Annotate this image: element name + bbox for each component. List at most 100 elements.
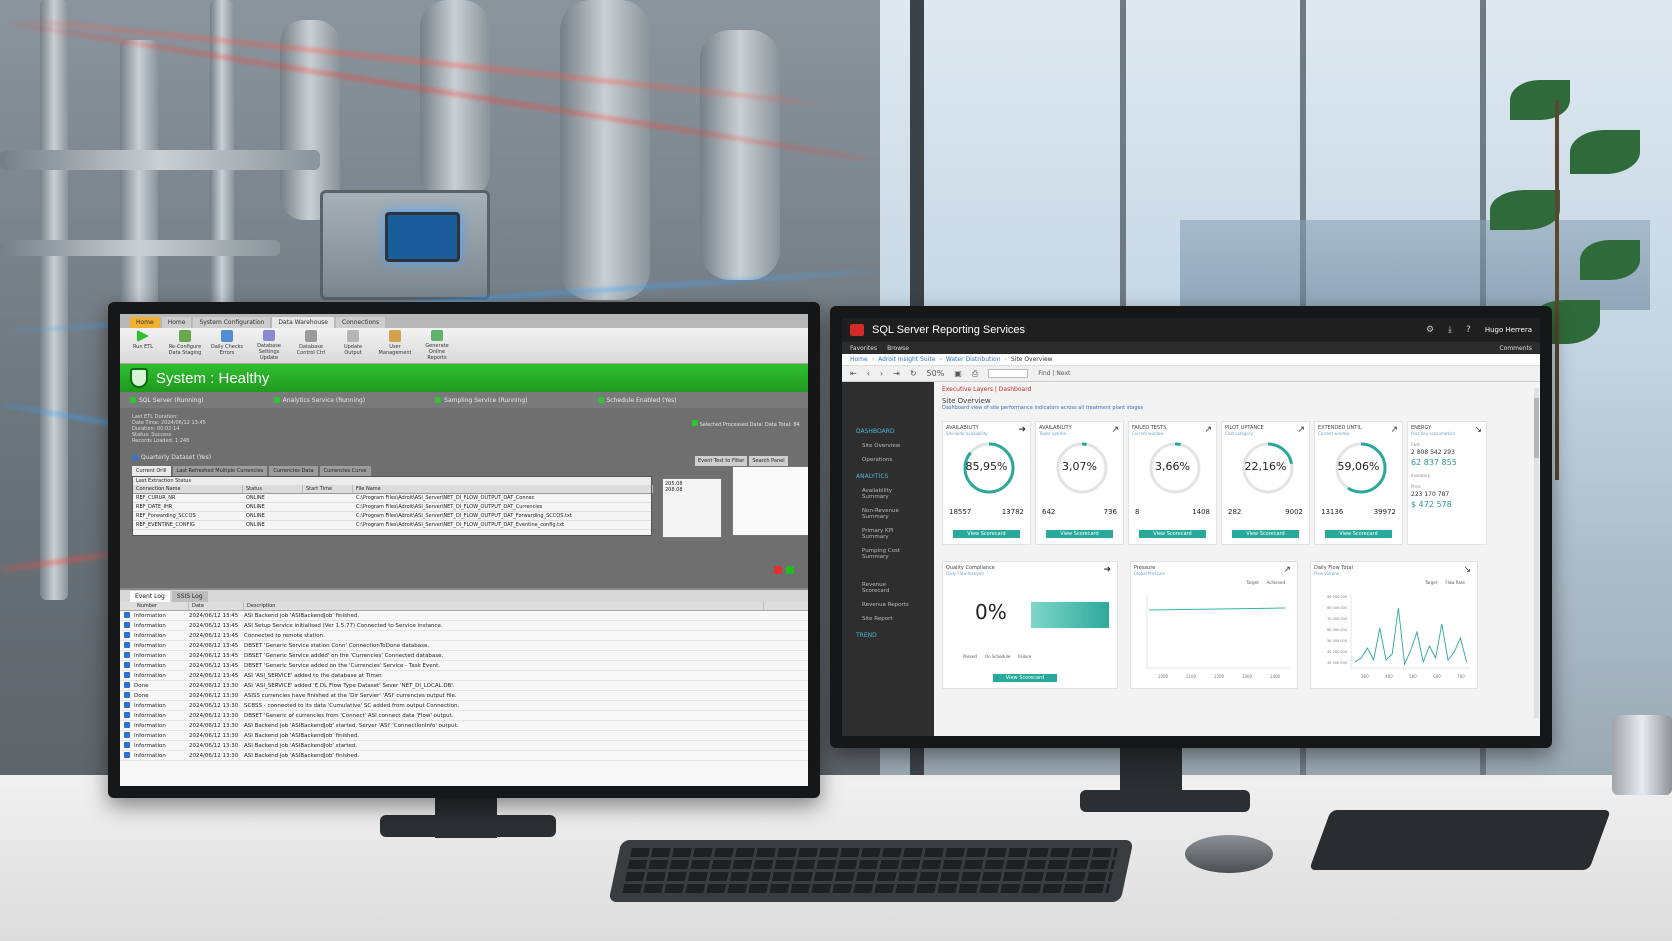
generate-reports-button[interactable]: Generate Online Reports: [420, 330, 454, 361]
tab-search-panel[interactable]: Search Panel: [749, 456, 788, 466]
view-scorecard-button[interactable]: View Scorecard: [1046, 530, 1113, 538]
subtab-currencies-data[interactable]: Currencies Data: [269, 466, 318, 476]
download-icon[interactable]: ⤓: [1448, 325, 1452, 335]
log-row[interactable]: Done 2024/06/12 13:30 ASISS currencies hav…: [120, 691, 808, 701]
database-settings-button[interactable]: Database Settings Update: [252, 330, 286, 361]
log-row[interactable]: Information 2024/06/12 13:30 ASI Backend j…: [120, 751, 808, 761]
column-header[interactable]: Date: [189, 602, 244, 610]
tab-data-warehouse[interactable]: Data Warehouse: [272, 317, 335, 328]
comments-button[interactable]: Comments: [1499, 345, 1532, 352]
view-scorecard-button[interactable]: View Scorecard: [1232, 530, 1299, 538]
report-scrollbar[interactable]: [1534, 388, 1539, 718]
prev-page-icon[interactable]: ‹: [867, 369, 870, 378]
row-checkbox[interactable]: [124, 671, 134, 680]
column-header[interactable]: Connection Name: [133, 485, 243, 493]
table-row[interactable]: REF_Forwarding_SCCOS ONLINE C:\Program Fil…: [133, 512, 651, 521]
row-checkbox[interactable]: [124, 651, 134, 660]
row-checkbox[interactable]: [124, 661, 134, 670]
nav-item[interactable]: Primary KPI Summary: [842, 524, 934, 544]
export-icon[interactable]: ▣: [954, 369, 962, 378]
view-scorecard-button[interactable]: View Scorecard: [1325, 530, 1392, 538]
subtab-last-refreshed[interactable]: Last Refreshed Multiple Currencies: [172, 466, 268, 476]
expand-arrow-icon[interactable]: ➜: [1103, 565, 1111, 575]
mouse[interactable]: [1185, 835, 1273, 873]
row-checkbox[interactable]: [124, 681, 134, 690]
row-checkbox[interactable]: [124, 641, 134, 650]
help-icon[interactable]: ?: [1466, 325, 1471, 335]
print-icon[interactable]: ⎙: [972, 369, 978, 379]
tab-system-configuration[interactable]: System Configuration: [193, 317, 271, 328]
stop-icon[interactable]: [774, 566, 782, 574]
row-checkbox[interactable]: [124, 621, 134, 630]
expand-arrow-icon[interactable]: ↗: [1297, 425, 1305, 435]
nav-item[interactable]: Site Overview: [842, 439, 934, 453]
breadcrumb-suite[interactable]: Adroit Insight Suite: [878, 356, 935, 363]
nav-section-head[interactable]: TREND: [842, 626, 934, 643]
row-checkbox[interactable]: [124, 691, 134, 700]
tab-home[interactable]: Home: [130, 317, 160, 328]
zoom-select[interactable]: 50%: [927, 369, 945, 378]
log-row[interactable]: Information 2024/06/12 13:30 ASI Backend j…: [120, 721, 808, 731]
start-icon[interactable]: [786, 566, 794, 574]
tab-event-filter[interactable]: Event Test to Filter: [695, 456, 748, 466]
log-row[interactable]: Done 2024/06/12 13:30 ASI 'ASI_SERVICE' ad…: [120, 681, 808, 691]
menu-favorites[interactable]: Favorites: [850, 345, 877, 352]
log-row[interactable]: Information 2024/06/12 13:45 ASI 'ASI_SERV…: [120, 671, 808, 681]
tab-ssis-log[interactable]: SSIS Log: [171, 591, 208, 602]
nav-item[interactable]: Site Report: [842, 612, 934, 626]
nav-section-head[interactable]: DASHBOARD: [842, 422, 934, 439]
column-header[interactable]: Status: [243, 485, 303, 493]
nav-item[interactable]: Operations: [842, 453, 934, 467]
expand-arrow-icon[interactable]: ↘: [1474, 425, 1482, 435]
log-row[interactable]: Information 2024/06/12 13:30 SCBSS - conne…: [120, 701, 808, 711]
find-input[interactable]: [988, 369, 1029, 378]
tab-connections[interactable]: Connections: [336, 317, 386, 328]
reconfigure-button[interactable]: Re-Configure Data Staging: [168, 330, 202, 361]
user-management-button[interactable]: User Management: [378, 330, 412, 361]
settings-icon[interactable]: ⚙: [1426, 325, 1434, 335]
row-checkbox[interactable]: [124, 751, 134, 760]
log-row[interactable]: Information 2024/06/12 13:30 ASI Backend j…: [120, 731, 808, 741]
table-row[interactable]: REF_CURUR_NR ONLINE C:\Program Files\Adroi…: [133, 494, 651, 503]
breadcrumb-folder[interactable]: Water Distribution: [946, 356, 1001, 363]
row-checkbox[interactable]: [124, 701, 134, 710]
column-header[interactable]: File Name: [353, 485, 653, 493]
expand-arrow-icon[interactable]: ↗: [1283, 565, 1291, 575]
row-checkbox[interactable]: [124, 611, 134, 620]
tab-event-log[interactable]: Event Log: [130, 591, 170, 602]
refresh-icon[interactable]: ↻: [910, 369, 917, 378]
subtab-currencies-curve[interactable]: Currencies Curve: [319, 466, 371, 476]
expand-arrow-icon[interactable]: ↗: [1390, 425, 1398, 435]
nav-item[interactable]: Revenue Reports: [842, 598, 934, 612]
row-checkbox[interactable]: [124, 731, 134, 740]
nav-section-head[interactable]: [842, 564, 934, 578]
run-etl-button[interactable]: Run ETL: [126, 330, 160, 361]
menu-browse[interactable]: Browse: [887, 345, 909, 352]
log-row[interactable]: Information 2024/06/12 13:30 ASI Backend j…: [120, 741, 808, 751]
row-checkbox[interactable]: [124, 741, 134, 750]
breadcrumb-home[interactable]: Home: [850, 356, 868, 363]
log-row[interactable]: Information 2024/06/12 13:45 DBSET 'Generi…: [120, 651, 808, 661]
log-row[interactable]: Information 2024/06/12 13:30 DBSET 'Generi…: [120, 711, 808, 721]
expand-arrow-icon[interactable]: ➜: [1018, 425, 1026, 435]
next-page-icon[interactable]: ›: [880, 369, 883, 378]
view-scorecard-button[interactable]: View Scorecard: [953, 530, 1020, 538]
expand-arrow-icon[interactable]: ↘: [1463, 565, 1471, 575]
column-header[interactable]: Start Time: [303, 485, 353, 493]
row-checkbox[interactable]: [124, 721, 134, 730]
log-row[interactable]: Information 2024/06/12 13:45 DBSET 'Generi…: [120, 661, 808, 671]
row-checkbox[interactable]: [124, 631, 134, 640]
table-row[interactable]: REF_DATE_IHR ONLINE C:\Program Files\Adroi…: [133, 503, 651, 512]
find-next-link[interactable]: Find | Next: [1038, 370, 1070, 377]
log-row[interactable]: Information 2024/06/12 13:45 ASI Setup Ser…: [120, 621, 808, 631]
view-scorecard-button[interactable]: View Scorecard: [1139, 530, 1206, 538]
expand-arrow-icon[interactable]: ↗: [1111, 425, 1119, 435]
subtab-current[interactable]: Current Orill: [132, 466, 171, 476]
view-scorecard-button[interactable]: View Scorecard: [993, 674, 1057, 682]
log-row[interactable]: Information 2024/06/12 13:45 DBSET 'Generi…: [120, 641, 808, 651]
log-row[interactable]: Information 2024/06/12 13:45 Connected to …: [120, 631, 808, 641]
update-output-button[interactable]: Update Output: [336, 330, 370, 361]
log-row[interactable]: Information 2024/06/12 13:45 ASI Backend j…: [120, 611, 808, 621]
row-checkbox[interactable]: [124, 711, 134, 720]
table-row[interactable]: REF_EVENTINE_CONFIG ONLINE C:\Program File…: [133, 521, 651, 530]
